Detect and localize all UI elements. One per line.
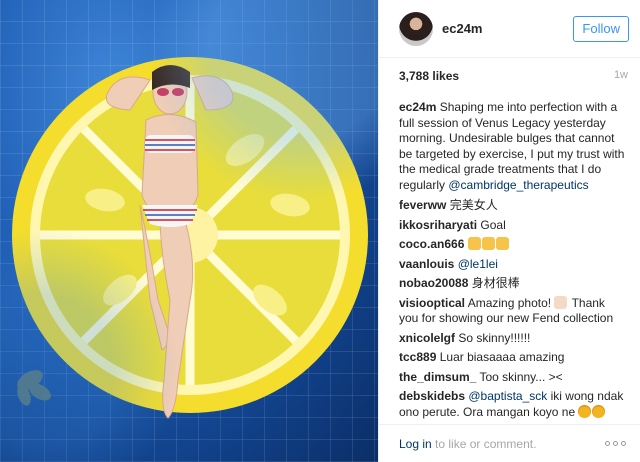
comment-text: So skinny!!!!!!	[458, 330, 531, 345]
dot-icon	[621, 441, 626, 446]
comment-item: coco.an666	[399, 237, 626, 253]
comment-item: vaanlouis @le1lei	[399, 257, 626, 273]
comment-item: visiooptical Amazing photo! Thank you fo…	[399, 295, 626, 327]
comment-username[interactable]: vaanlouis	[399, 257, 454, 271]
likes-count[interactable]: 3,788 likes	[399, 67, 459, 83]
thumbs-up-emoji-icon	[481, 237, 495, 250]
comment-username[interactable]: xnicolelgf	[399, 331, 455, 345]
photo-illustration	[12, 57, 368, 419]
thumbs-up-emoji-icon	[554, 295, 568, 309]
comment-text: Luar biasaaaa amazing	[439, 350, 565, 364]
login-prompt: Log in to like or comment.	[399, 437, 536, 451]
avatar[interactable]	[399, 11, 433, 46]
plant-leaves	[17, 370, 51, 406]
post-details-panel: ec24m Follow 3,788 likes 1w ec24m Shapin…	[378, 0, 640, 462]
comment-username[interactable]: nobao20088	[399, 276, 468, 290]
lemon-float	[12, 57, 368, 413]
post-meta: 3,788 likes 1w	[379, 58, 640, 92]
login-prompt-text: to like or comment.	[435, 436, 537, 451]
comment-text: Amazing photo!	[467, 295, 552, 310]
comment-username[interactable]: feverww	[399, 198, 446, 212]
comment-mention[interactable]: @le1lei	[458, 257, 498, 271]
more-options-icon[interactable]	[605, 441, 626, 446]
login-link[interactable]: Log in	[399, 437, 432, 451]
thumbs-up-emoji-icon	[467, 237, 481, 250]
comment-mention[interactable]: @baptista_sck	[468, 389, 547, 403]
comment-username[interactable]: coco.an666	[399, 237, 464, 251]
laughing-emoji-icon	[578, 404, 592, 418]
instagram-post-view: ec24m Follow 3,788 likes 1w ec24m Shapin…	[0, 0, 640, 462]
comment-username[interactable]: debskidebs	[399, 389, 465, 403]
comment-text: Goal	[480, 217, 506, 232]
comments-list: ec24m Shaping me into perfection with a …	[379, 92, 640, 420]
comment-text: 完美女人	[449, 198, 498, 212]
comment-item: feverww 完美女人	[399, 198, 626, 214]
comment-username[interactable]: tcc889	[399, 350, 436, 364]
follow-button[interactable]: Follow	[573, 15, 629, 42]
comment-item: ikkosriharyati Goal	[399, 218, 626, 234]
post-footer: Log in to like or comment.	[379, 424, 640, 462]
post-photo[interactable]	[0, 0, 378, 462]
dot-icon	[613, 441, 618, 446]
comment-item: the_dimsum_ Too skinny... ><	[399, 370, 626, 386]
dot-icon	[605, 441, 610, 446]
post-header: ec24m Follow	[379, 0, 640, 58]
comment-item: debskidebs @baptista_sck iki wong ndak o…	[399, 389, 626, 420]
comment-username[interactable]: ikkosriharyati	[399, 218, 477, 232]
comment-item: tcc889 Luar biasaaaa amazing	[399, 350, 626, 366]
caption-username[interactable]: ec24m	[399, 100, 436, 114]
comment-text: Too skinny... ><	[479, 369, 563, 384]
laughing-emoji-icon	[592, 404, 606, 418]
comment-username[interactable]: the_dimsum_	[399, 370, 476, 384]
comment-item: xnicolelgf So skinny!!!!!!	[399, 331, 626, 347]
comment-item: nobao20088 身材很棒	[399, 276, 626, 292]
caption: ec24m Shaping me into perfection with a …	[399, 100, 626, 193]
comment-text: 身材很棒	[471, 276, 520, 290]
caption-mention[interactable]: @cambridge_therapeutics	[448, 178, 588, 192]
thumbs-up-emoji-icon	[495, 237, 509, 250]
comment-username[interactable]: visiooptical	[399, 296, 465, 310]
header-username[interactable]: ec24m	[442, 21, 573, 36]
post-timestamp[interactable]: 1w	[614, 69, 628, 81]
